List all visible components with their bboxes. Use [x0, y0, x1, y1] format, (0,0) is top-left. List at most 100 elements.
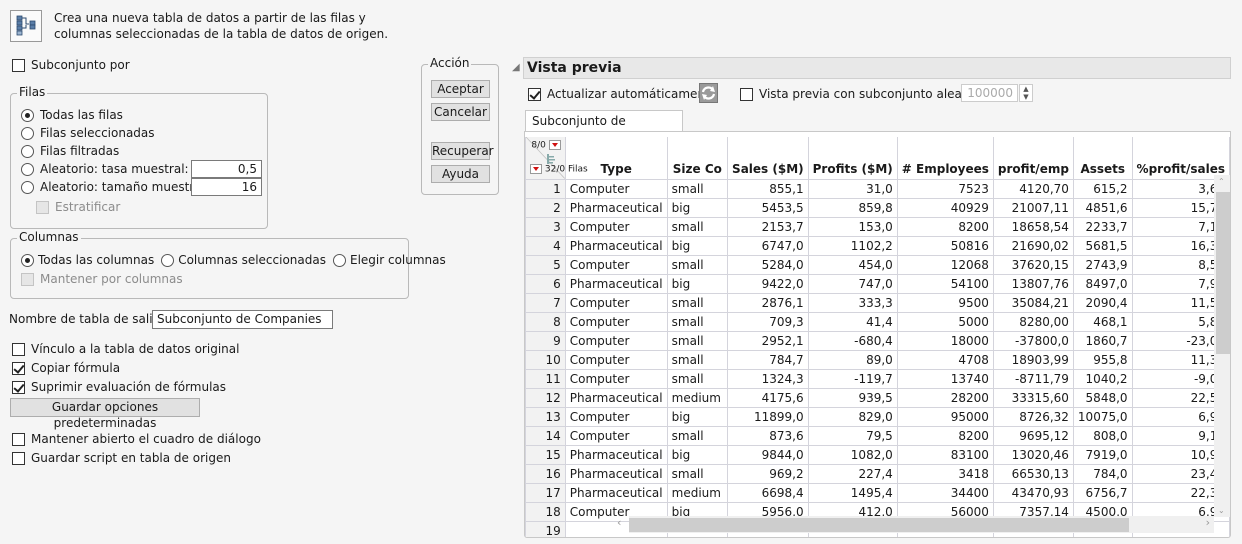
table-cell[interactable]: 34400 [896, 482, 994, 503]
table-cell[interactable]: 2743,9 [1072, 254, 1133, 275]
column-header-profit-emp[interactable]: profit/emp [992, 137, 1074, 180]
table-cell[interactable]: 8497,0 [1072, 273, 1133, 294]
table-cell[interactable]: 8200 [896, 425, 994, 446]
row-number[interactable]: 16 [525, 463, 566, 484]
table-row[interactable]: 2 Pharmaceutical big 5453,5 859,8 40929 21007,… [525, 197, 1230, 218]
table-cell[interactable]: 7919,0 [1072, 444, 1133, 465]
table-cell[interactable]: 21007,11 [992, 197, 1074, 218]
table-cell[interactable]: Computer [564, 216, 668, 237]
scroll-up-icon[interactable]: ⌃ [1218, 177, 1225, 186]
table-cell[interactable]: 6698,4 [727, 482, 809, 503]
table-cell[interactable]: 808,0 [1072, 425, 1133, 446]
table-cell[interactable]: 89,0 [807, 349, 898, 370]
table-cell[interactable]: Computer [564, 178, 668, 199]
random-subset-checkbox[interactable]: Vista previa con subconjunto aleatorio [740, 85, 990, 103]
recall-button[interactable]: Recuperar [431, 142, 494, 160]
output-name-input[interactable]: Subconjunto de Companies [152, 310, 333, 329]
collapse-triangle-icon[interactable]: ◢ [512, 62, 520, 73]
table-cell[interactable]: small [666, 254, 729, 275]
random-subset-size-input[interactable]: 100000 [961, 84, 1018, 102]
table-cell[interactable]: 5848,0 [1072, 387, 1133, 408]
table-cell[interactable]: 31,0 [807, 178, 898, 199]
table-cell[interactable]: -680,4 [807, 330, 898, 351]
table-cell[interactable]: 13740 [896, 368, 994, 389]
table-row[interactable]: 5 Computer small 5284,0 454,0 12068 37620,15 27… [525, 254, 1230, 275]
table-cell[interactable]: Pharmaceutical [564, 235, 668, 256]
horizontal-scroll-thumb[interactable] [629, 518, 1129, 532]
table-cell[interactable]: -119,7 [807, 368, 898, 389]
table-cell[interactable]: 227,4 [807, 463, 898, 484]
scroll-left-icon[interactable]: ‹ [617, 516, 621, 529]
table-cell[interactable]: big [666, 197, 729, 218]
radio-all-rows[interactable] [21, 108, 34, 122]
table-cell[interactable]: small [666, 330, 729, 351]
table-cell[interactable]: Pharmaceutical [564, 197, 668, 218]
table-cell[interactable]: 9422,0 [727, 273, 809, 294]
table-cell[interactable]: 95000 [896, 406, 994, 427]
table-cell[interactable]: 873,6 [727, 425, 809, 446]
table-cell[interactable]: 939,5 [807, 387, 898, 408]
table-cell[interactable]: small [666, 463, 729, 484]
keep-dialog-open-check[interactable] [12, 432, 25, 446]
table-cell[interactable]: 4708 [896, 349, 994, 370]
table-cell[interactable]: Pharmaceutical [564, 387, 668, 408]
refresh-button[interactable] [699, 83, 718, 103]
row-number[interactable]: 3 [525, 216, 566, 237]
table-cell[interactable]: Pharmaceutical [564, 463, 668, 484]
table-cell[interactable]: 859,8 [807, 197, 898, 218]
row-number[interactable]: 17 [525, 482, 566, 503]
column-header-sales[interactable]: Sales ($M) [727, 137, 809, 180]
table-cell[interactable]: 79,5 [807, 425, 898, 446]
sample-rate-input[interactable]: 0,5 [191, 160, 262, 178]
auto-update-check[interactable] [528, 87, 541, 101]
table-cell[interactable]: 2876,1 [727, 292, 809, 313]
table-cell[interactable]: 13807,76 [992, 273, 1074, 294]
table-cell[interactable]: 4175,6 [727, 387, 809, 408]
table-cell[interactable]: 4851,6 [1072, 197, 1133, 218]
table-cell[interactable]: 8280,00 [992, 311, 1074, 332]
table-cell[interactable]: 1082,0 [807, 444, 898, 465]
table-cell[interactable]: 12068 [896, 254, 994, 275]
table-cell[interactable]: small [666, 368, 729, 389]
table-cell[interactable]: 1860,7 [1072, 330, 1133, 351]
rows-option-selected[interactable]: Filas seleccionadas [21, 124, 155, 142]
table-cell[interactable]: 615,2 [1072, 178, 1133, 199]
table-row[interactable]: 8 Computer small 709,3 41,4 5000 8280,00 468,1 5… [525, 311, 1230, 332]
table-cell[interactable]: Computer [564, 368, 668, 389]
table-cell[interactable]: 784,0 [1072, 463, 1133, 484]
table-row[interactable]: 12 Pharmaceutical medium 4175,6 939,5 28200 33… [525, 387, 1230, 408]
table-cell[interactable]: Computer [564, 406, 668, 427]
rows-option-all[interactable]: Todas las filas [21, 106, 123, 124]
rows-option-random-size[interactable]: Aleatorio: tamaño muestral: [21, 178, 209, 196]
table-cell[interactable]: 829,0 [807, 406, 898, 427]
row-number[interactable]: 6 [525, 273, 566, 294]
row-number[interactable]: 1 [525, 178, 566, 199]
table-cell[interactable]: 43470,93 [992, 482, 1074, 503]
radio-selected-columns[interactable] [161, 253, 175, 267]
table-cell[interactable]: 5284,0 [727, 254, 809, 275]
table-cell[interactable]: 333,3 [807, 292, 898, 313]
tab-subset-companies[interactable]: Subconjunto de Companies [525, 110, 683, 148]
table-row[interactable]: 7 Computer small 2876,1 333,3 9500 35084,21 209… [525, 292, 1230, 313]
table-cell[interactable]: 2952,1 [727, 330, 809, 351]
row-number[interactable]: 8 [525, 311, 566, 332]
row-number[interactable]: 10 [525, 349, 566, 370]
random-subset-spinner[interactable]: ▲ ▼ [1019, 84, 1033, 102]
table-cell[interactable]: big [666, 235, 729, 256]
table-cell[interactable]: 18903,99 [992, 349, 1074, 370]
table-cell[interactable]: medium [666, 482, 729, 503]
subset-by-check[interactable] [12, 58, 25, 72]
table-cell[interactable]: 18658,54 [992, 216, 1074, 237]
table-cell[interactable]: 2090,4 [1072, 292, 1133, 313]
scroll-down-icon[interactable]: ⌄ [1218, 506, 1225, 515]
radio-selected-rows[interactable] [21, 126, 34, 140]
row-number[interactable]: 18 [525, 501, 566, 522]
row-number[interactable]: 5 [525, 254, 566, 275]
table-row[interactable]: 4 Pharmaceutical big 6747,0 1102,2 50816 21690… [525, 235, 1230, 256]
table-cell[interactable]: 3418 [896, 463, 994, 484]
row-number[interactable]: 12 [525, 387, 566, 408]
vertical-scroll-thumb[interactable] [1216, 192, 1230, 354]
table-cell[interactable]: big [666, 273, 729, 294]
table-cell[interactable]: 40929 [896, 197, 994, 218]
row-number[interactable]: 15 [525, 444, 566, 465]
